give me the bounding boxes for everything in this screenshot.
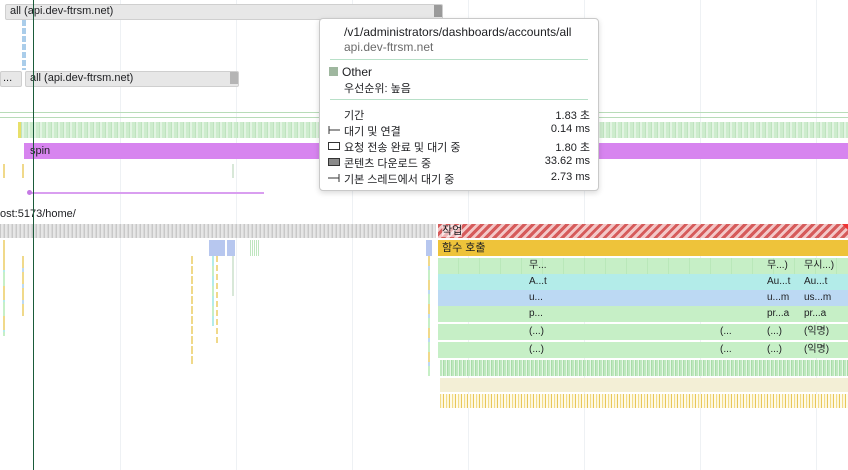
flame-cell[interactable]: us...m [802, 290, 831, 306]
timing-value: 1.83 초 [555, 110, 590, 122]
timing-label: 콘텐츠 다운로드 중 [344, 158, 432, 170]
request-label: all (api.dev-ftrsm.net) [30, 72, 134, 84]
flame-cell[interactable]: 무... [527, 258, 547, 274]
flame-row[interactable]: (...) (... (...) (익명) [438, 324, 848, 340]
queue-whisker-icon [328, 126, 340, 134]
frame-marker [18, 122, 21, 138]
flame-cell[interactable]: 무...) [765, 258, 788, 274]
timing-label: 요청 전송 완료 및 대기 중 [344, 142, 461, 154]
function-call-bar[interactable]: 함수 호출 [438, 240, 848, 256]
tooltip-divider [330, 59, 588, 60]
timing-range-line [28, 192, 264, 194]
flame-cell[interactable]: (...) [765, 324, 782, 340]
timing-range-start-dot [27, 190, 32, 195]
flame-row[interactable]: (...) (... (...) (익명) [438, 342, 848, 358]
flame-cell[interactable]: 무시...) [802, 258, 834, 274]
timing-value: 0.14 ms [550, 123, 590, 135]
network-request-bar[interactable]: all (api.dev-ftrsm.net) [25, 71, 239, 87]
tooltip-main-thread-row: 기본 스레드에서 대기 중 2.73 ms [328, 171, 590, 186]
network-request-tooltip: /v1/administrators/dashboards/accounts/a… [319, 18, 599, 191]
flame-deep-row [440, 394, 848, 408]
request-box-icon [328, 142, 340, 150]
download-box-icon [328, 158, 340, 166]
flame-cell[interactable]: pr...a [802, 306, 826, 322]
tooltip-category: Other [342, 65, 373, 79]
flame-row[interactable]: u... u...m us...m [438, 290, 848, 306]
main-thread-url: ost:5173/home/ [0, 208, 76, 220]
tooltip-priority: 우선순위: 높음 [344, 83, 411, 95]
flame-row[interactable]: 무... 무...) 무시...) [438, 258, 848, 274]
left-flame-ticks [0, 256, 436, 466]
flame-cell[interactable]: (...) [527, 342, 544, 358]
timing-value: 2.73 ms [550, 171, 590, 183]
timing-label: 대기 및 연결 [344, 126, 401, 138]
flame-cell[interactable]: pr...a [765, 306, 789, 322]
request-end-grip [230, 72, 238, 84]
timing-label: 기간 [344, 110, 365, 122]
tooltip-divider [330, 99, 588, 100]
small-request-markers [22, 20, 26, 70]
tooltip-request-row: 요청 전송 완료 및 대기 중 1.80 초 [328, 139, 590, 154]
network-request-bar-partial[interactable]: ... [0, 71, 22, 87]
request-label: all (api.dev-ftrsm.net) [10, 5, 114, 17]
timing-value: 33.62 ms [544, 155, 590, 167]
flame-cell[interactable]: A...t [527, 274, 547, 290]
flame-cell[interactable]: Au...t [765, 274, 790, 290]
flame-cell[interactable]: (익명) [802, 342, 829, 358]
tooltip-host: api.dev-ftrsm.net [344, 40, 434, 54]
category-color-swatch [329, 67, 338, 76]
flame-deep-row [440, 360, 848, 376]
tooltip-queue-row: 대기 및 연결 0.14 ms [328, 123, 590, 138]
main-thread-tasks-strip [0, 224, 436, 238]
main-thread-whisker-icon [328, 174, 340, 182]
tooltip-download-row: 콘텐츠 다운로드 중 33.62 ms [328, 155, 590, 170]
flame-cell[interactable]: u...m [765, 290, 789, 306]
flame-cell[interactable]: (... [718, 324, 732, 340]
flame-cell[interactable]: p... [527, 306, 543, 322]
task-label: 작업 [442, 225, 463, 237]
flame-row[interactable]: A...t Au...t Au...t [438, 274, 848, 290]
flame-deep-row [440, 378, 848, 392]
function-call-label: 함수 호출 [442, 242, 486, 254]
flame-row[interactable]: p... pr...a pr...a [438, 306, 848, 322]
timing-label: 기본 스레드에서 대기 중 [344, 174, 455, 186]
flame-cell[interactable]: (...) [765, 342, 782, 358]
timeline-cursor-line [33, 0, 34, 470]
tooltip-url: /v1/administrators/dashboards/accounts/a… [344, 25, 572, 39]
flame-cell[interactable]: (익명) [802, 324, 829, 340]
left-function-calls [0, 240, 436, 256]
flame-cell[interactable]: Au...t [802, 274, 827, 290]
request-label: ... [3, 72, 13, 84]
flame-cell[interactable]: (... [718, 342, 732, 358]
request-end-grip [434, 5, 442, 17]
tooltip-duration-row: 기간 1.83 초 [328, 107, 590, 122]
timing-value: 1.80 초 [555, 142, 590, 154]
flame-cell[interactable]: (...) [527, 324, 544, 340]
flame-cell[interactable]: u... [527, 290, 543, 306]
long-task-bar[interactable]: 작업 [438, 224, 848, 238]
